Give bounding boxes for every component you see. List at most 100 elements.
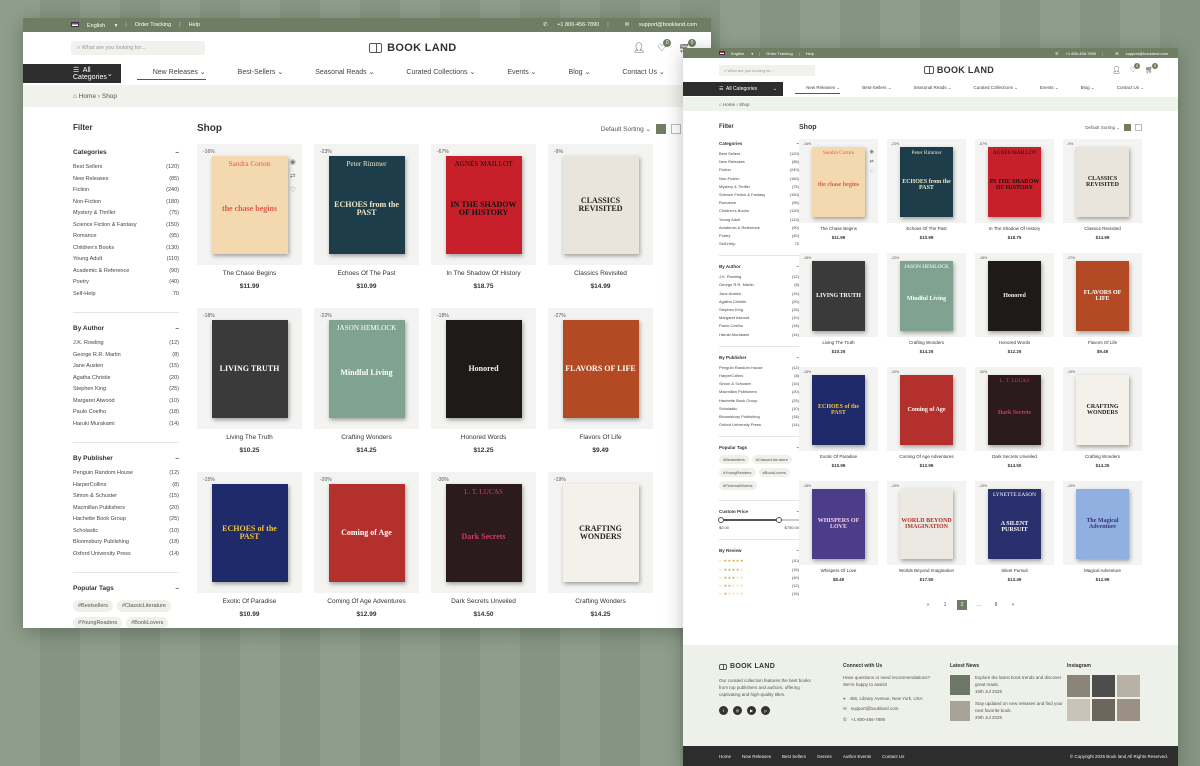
filter-option[interactable]: Best Sellers (120) bbox=[73, 164, 179, 176]
book-cover[interactable]: FLAVORS OF LIFE bbox=[562, 320, 639, 418]
search-input[interactable]: ⌕ What are you looking for... bbox=[71, 41, 205, 55]
product-card[interactable]: -19% WORLD BEYOND IMAGINATION Worlds Beyon… bbox=[887, 481, 966, 586]
price-max-handle[interactable] bbox=[776, 517, 782, 524]
footer-link[interactable]: Best Sellers bbox=[782, 754, 806, 759]
book-cover[interactable]: L. T. LUCAS Dark Secrets bbox=[988, 375, 1041, 445]
filter-option[interactable]: New Releases (85) bbox=[719, 159, 799, 167]
language-selector[interactable]: English ▾ bbox=[71, 21, 117, 29]
all-categories-button[interactable]: ☰ All Categories ⌄ bbox=[23, 64, 121, 83]
tag-chip[interactable]: #YoungReaders bbox=[73, 617, 123, 628]
page-button[interactable]: 8 bbox=[991, 600, 1001, 610]
nav-seasonal-reads[interactable]: Seasonal Reads ⌄ bbox=[299, 68, 374, 80]
filter-option[interactable]: Paulo Coelho (18) bbox=[719, 323, 799, 331]
book-cover[interactable]: The Magical Adventure bbox=[1076, 489, 1129, 559]
product-title[interactable]: Honored Words bbox=[975, 340, 1054, 345]
page-button[interactable]: « bbox=[923, 600, 933, 610]
footer-link[interactable]: Genres bbox=[817, 754, 832, 759]
book-cover[interactable]: L. T. LUCAS Dark Secrets bbox=[445, 484, 522, 582]
filter-option[interactable]: Young Adult (110) bbox=[73, 256, 179, 268]
filter-option[interactable]: Paulo Coelho (18) bbox=[73, 409, 179, 421]
wishlist-icon[interactable]: ♡ 0 bbox=[1130, 63, 1141, 74]
tag-chip[interactable]: #YoungReaders bbox=[719, 468, 756, 478]
product-card[interactable]: -18% LIVING TRUTH Living The Truth $10.25 bbox=[799, 253, 878, 358]
nav-new-releases[interactable]: New Releases ⌄ bbox=[795, 85, 841, 94]
filter-option[interactable]: Science Fiction & Fantasy (150) bbox=[719, 192, 799, 200]
filter-option[interactable]: Non-Fiction (180) bbox=[73, 199, 179, 211]
product-card[interactable]: -20% Coming of Age Coming Of Age Adventure… bbox=[314, 472, 419, 622]
price-slider[interactable] bbox=[718, 517, 799, 524]
instagram-photo[interactable] bbox=[1067, 699, 1090, 721]
nav-best-sellers[interactable]: Best-Sellers ⌄ bbox=[222, 68, 284, 80]
filter-option[interactable]: Young Adult (110) bbox=[719, 217, 799, 225]
filter-option[interactable]: Self-Help 70 bbox=[719, 241, 799, 249]
price-min-handle[interactable] bbox=[718, 517, 724, 524]
product-title[interactable]: Silent Pursuit bbox=[975, 568, 1054, 573]
book-cover[interactable]: JASON HEMLOCK Mindful Living bbox=[900, 261, 953, 331]
product-card[interactable]: -27% FLAVORS OF LIFE Flavors Of Life $9.49 bbox=[1063, 253, 1142, 358]
book-cover[interactable]: Sandra Corton the chase begins bbox=[812, 147, 865, 217]
filter-option[interactable]: Children's Books (130) bbox=[73, 245, 179, 257]
product-title[interactable]: Worlds Beyond Imagination bbox=[887, 568, 966, 573]
filter-option[interactable]: J.K. Rowling (12) bbox=[719, 274, 799, 282]
product-card[interactable]: -18% LIVING TRUTH Living The Truth $10.25 bbox=[197, 308, 302, 458]
nav-new-releases[interactable]: New Releases ⌄ bbox=[136, 68, 206, 80]
instagram-photo[interactable] bbox=[1117, 675, 1140, 697]
list-view-icon[interactable] bbox=[1135, 124, 1142, 131]
filter-option[interactable]: Mystery & Thriller (75) bbox=[73, 210, 179, 222]
breadcrumb-home[interactable]: Home bbox=[723, 102, 735, 107]
nav-contact-us[interactable]: Contact Us ⌄ bbox=[1106, 85, 1144, 94]
footer-link[interactable]: Home bbox=[719, 754, 731, 759]
author-heading[interactable]: By Author – bbox=[73, 325, 179, 332]
review-option[interactable]: ○ ★☆☆☆☆ (15) bbox=[719, 591, 799, 599]
filter-option[interactable]: Simon & Schuster (15) bbox=[73, 493, 179, 505]
categories-heading[interactable]: Categories – bbox=[719, 141, 799, 146]
filter-option[interactable]: Margaret Atwood (10) bbox=[73, 398, 179, 410]
filter-option[interactable]: Scholastic (10) bbox=[719, 406, 799, 414]
order-tracking-link[interactable]: Order Tracking bbox=[135, 22, 171, 28]
nav-events[interactable]: Events ⌄ bbox=[1029, 85, 1059, 94]
filter-option[interactable]: Oxford University Press (14) bbox=[719, 422, 799, 430]
review-option[interactable]: ○ ★★☆☆☆ (12) bbox=[719, 583, 799, 591]
product-card[interactable]: -19% CRAFTING WONDERS Crafting Wonders $14.… bbox=[548, 472, 653, 622]
footer-link[interactable]: New Releases bbox=[742, 754, 771, 759]
instagram-photo[interactable] bbox=[1117, 699, 1140, 721]
product-title[interactable]: Whispers Of Love bbox=[799, 568, 878, 573]
filter-option[interactable]: Haruki Murakami (14) bbox=[73, 421, 179, 433]
product-card[interactable]: -23% Peter Rimmer ECHOES from the PAST Echo… bbox=[314, 144, 419, 294]
review-option[interactable]: ○ ★★★★★ (10) bbox=[719, 558, 799, 566]
product-title[interactable]: Echoes Of The Past bbox=[314, 270, 419, 277]
breadcrumb-home[interactable]: Home bbox=[79, 93, 96, 100]
eye-icon[interactable]: ◉ bbox=[870, 149, 874, 155]
book-cover[interactable]: CRAFTING WONDERS bbox=[1076, 375, 1129, 445]
book-cover[interactable]: Coming of Age bbox=[900, 375, 953, 445]
tags-heading[interactable]: Popular Tags – bbox=[719, 445, 799, 450]
filter-option[interactable]: J.K. Rowling (12) bbox=[73, 340, 179, 352]
facebook-icon[interactable]: f bbox=[719, 706, 728, 716]
publisher-heading[interactable]: By Publisher – bbox=[719, 355, 799, 360]
book-cover[interactable]: AGNÈS MAILLOT IN THE SHADOW OF HISTORY bbox=[445, 156, 522, 254]
language-selector[interactable]: English ▾ bbox=[719, 50, 753, 56]
product-card[interactable]: -19% CRAFTING WONDERS Crafting Wonders $14.… bbox=[1063, 367, 1142, 472]
author-heading[interactable]: By Author – bbox=[719, 264, 799, 269]
tags-heading[interactable]: Popular Tags – bbox=[73, 585, 179, 592]
list-view-icon[interactable] bbox=[671, 123, 681, 134]
filter-option[interactable]: Agatha Christie (20) bbox=[73, 375, 179, 387]
book-cover[interactable]: LIVING TRUTH bbox=[812, 261, 865, 331]
grid-view-icon[interactable] bbox=[1124, 124, 1131, 131]
product-title[interactable]: Exotic Of Paradise bbox=[799, 454, 878, 459]
product-title[interactable]: Crafting Wonders bbox=[1063, 454, 1142, 459]
book-cover[interactable]: ECHOES of the PAST bbox=[211, 484, 288, 582]
filter-option[interactable]: Hachette Book Group (25) bbox=[719, 398, 799, 406]
filter-option[interactable]: Scholastic (10) bbox=[73, 528, 179, 540]
user-icon[interactable]: 👤︎ bbox=[1112, 66, 1121, 74]
news-item[interactable]: Explore the latest book trends and disco… bbox=[950, 675, 1067, 695]
filter-option[interactable]: Non-Fiction (180) bbox=[719, 176, 799, 184]
product-title[interactable]: Flavors Of Life bbox=[1063, 340, 1142, 345]
help-link[interactable]: Help bbox=[189, 22, 200, 28]
filter-option[interactable]: Fiction (240) bbox=[73, 187, 179, 199]
filter-option[interactable]: Children's Books (130) bbox=[719, 208, 799, 216]
grid-view-icon[interactable] bbox=[656, 123, 666, 134]
product-title[interactable]: In The Shadow Of History bbox=[431, 270, 536, 277]
filter-option[interactable]: Macmillan Publishers (20) bbox=[73, 505, 179, 517]
product-card[interactable]: -30% L. T. LUCAS Dark Secrets Dark Secrets … bbox=[431, 472, 536, 622]
